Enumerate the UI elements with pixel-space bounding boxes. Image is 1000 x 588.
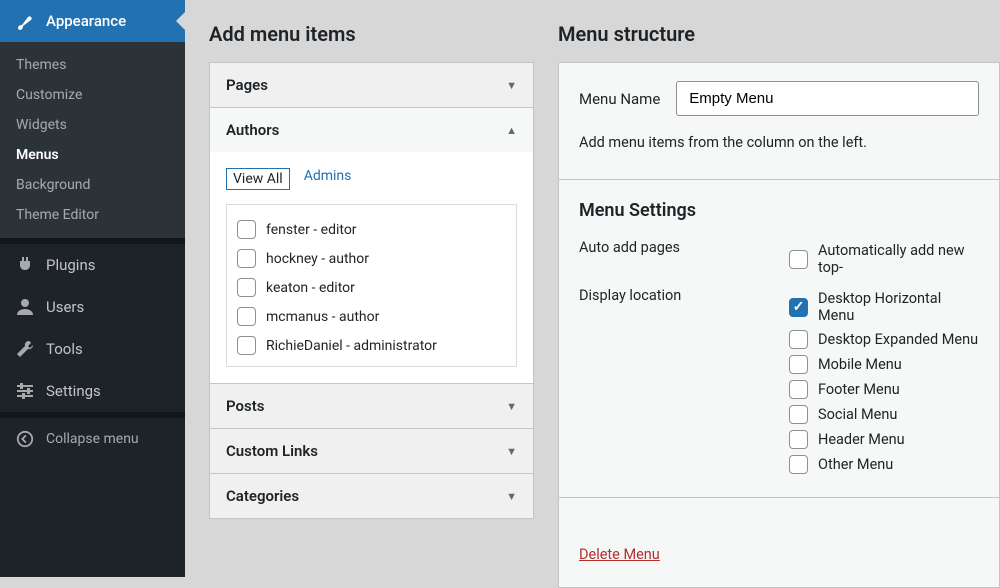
location-option[interactable]: Footer Menu bbox=[789, 377, 979, 402]
admin-sidebar: Appearance Themes Customize Widgets Menu… bbox=[0, 0, 185, 577]
sidebar-item-settings[interactable]: Settings bbox=[0, 370, 185, 412]
auto-add-option[interactable]: Automatically add new top- bbox=[789, 239, 979, 279]
location-option[interactable]: Mobile Menu bbox=[789, 352, 979, 377]
chevron-down-icon: ▼ bbox=[506, 490, 517, 503]
sliders-icon bbox=[14, 380, 36, 402]
location-checkbox[interactable] bbox=[789, 330, 808, 349]
collapse-label: Collapse menu bbox=[46, 431, 139, 447]
author-item[interactable]: fenster - editor bbox=[237, 215, 506, 244]
chevron-down-icon: ▼ bbox=[506, 400, 517, 413]
author-checkbox[interactable] bbox=[237, 220, 256, 239]
menu-name-input[interactable] bbox=[676, 81, 979, 116]
author-checkbox[interactable] bbox=[237, 336, 256, 355]
sidebar-item-label: Settings bbox=[46, 382, 101, 400]
auto-add-checkbox[interactable] bbox=[789, 250, 808, 269]
location-checkbox[interactable] bbox=[789, 298, 808, 317]
sidebar-item-label: Users bbox=[46, 298, 84, 316]
author-list: fenster - editor hockney - author keaton… bbox=[226, 204, 517, 367]
sidebar-item-appearance[interactable]: Appearance bbox=[0, 0, 185, 42]
location-option[interactable]: Social Menu bbox=[789, 402, 979, 427]
auto-add-label: Auto add pages bbox=[579, 239, 789, 279]
tab-admins[interactable]: Admins bbox=[304, 168, 352, 190]
location-checkbox[interactable] bbox=[789, 405, 808, 424]
location-checkbox[interactable] bbox=[789, 355, 808, 374]
delete-menu-link[interactable]: Delete Menu bbox=[579, 546, 660, 563]
tab-view-all[interactable]: View All bbox=[226, 168, 290, 190]
collapse-icon bbox=[14, 428, 36, 450]
menu-settings-heading: Menu Settings bbox=[579, 200, 979, 221]
location-option[interactable]: Desktop Horizontal Menu bbox=[789, 287, 979, 327]
sidebar-item-tools[interactable]: Tools bbox=[0, 328, 185, 370]
menu-instructions: Add menu items from the column on the le… bbox=[579, 134, 979, 151]
author-item[interactable]: RichieDaniel - administrator bbox=[237, 331, 506, 360]
author-checkbox[interactable] bbox=[237, 307, 256, 326]
author-checkbox[interactable] bbox=[237, 249, 256, 268]
accordion-custom-links[interactable]: Custom Links ▼ bbox=[210, 429, 533, 473]
divider bbox=[559, 497, 999, 498]
sidebar-item-label: Plugins bbox=[46, 256, 95, 274]
menu-name-label: Menu Name bbox=[579, 90, 660, 108]
location-checkbox[interactable] bbox=[789, 455, 808, 474]
display-location-label: Display location bbox=[579, 287, 789, 477]
submenu-widgets[interactable]: Widgets bbox=[0, 110, 185, 140]
chevron-down-icon: ▼ bbox=[506, 79, 517, 92]
chevron-down-icon: ▼ bbox=[506, 445, 517, 458]
chevron-up-icon: ▲ bbox=[506, 124, 517, 137]
location-option[interactable]: Desktop Expanded Menu bbox=[789, 327, 979, 352]
sidebar-item-label: Appearance bbox=[46, 12, 126, 30]
submenu-theme-editor[interactable]: Theme Editor bbox=[0, 200, 185, 230]
collapse-menu-button[interactable]: Collapse menu bbox=[0, 418, 185, 460]
submenu-background[interactable]: Background bbox=[0, 170, 185, 200]
accordion-pages[interactable]: Pages ▼ bbox=[210, 63, 533, 107]
menu-structure-box: Menu Name Add menu items from the column… bbox=[558, 62, 1000, 588]
author-item[interactable]: keaton - editor bbox=[237, 273, 506, 302]
location-checkbox[interactable] bbox=[789, 430, 808, 449]
divider bbox=[559, 179, 999, 180]
accordion-categories[interactable]: Categories ▼ bbox=[210, 474, 533, 518]
author-checkbox[interactable] bbox=[237, 278, 256, 297]
authors-panel: View All Admins fenster - editor hockney… bbox=[210, 152, 533, 383]
author-item[interactable]: hockney - author bbox=[237, 244, 506, 273]
plug-icon bbox=[14, 254, 36, 276]
brush-icon bbox=[14, 10, 36, 32]
submenu-customize[interactable]: Customize bbox=[0, 80, 185, 110]
sidebar-item-users[interactable]: Users bbox=[0, 286, 185, 328]
location-option[interactable]: Other Menu bbox=[789, 452, 979, 477]
sidebar-item-label: Tools bbox=[46, 340, 83, 358]
accordion-authors[interactable]: Authors ▲ bbox=[210, 108, 533, 152]
location-checkbox[interactable] bbox=[789, 380, 808, 399]
submenu-menus[interactable]: Menus bbox=[0, 140, 185, 170]
appearance-submenu: Themes Customize Widgets Menus Backgroun… bbox=[0, 42, 185, 238]
menu-structure-title: Menu structure bbox=[558, 22, 1000, 46]
add-menu-items-title: Add menu items bbox=[209, 22, 534, 46]
submenu-themes[interactable]: Themes bbox=[0, 50, 185, 80]
author-item[interactable]: mcmanus - author bbox=[237, 302, 506, 331]
sidebar-item-plugins[interactable]: Plugins bbox=[0, 244, 185, 286]
location-option[interactable]: Header Menu bbox=[789, 427, 979, 452]
user-icon bbox=[14, 296, 36, 318]
menu-items-accordion: Pages ▼ Authors ▲ View All Admins bbox=[209, 62, 534, 519]
accordion-posts[interactable]: Posts ▼ bbox=[210, 384, 533, 428]
wrench-icon bbox=[14, 338, 36, 360]
